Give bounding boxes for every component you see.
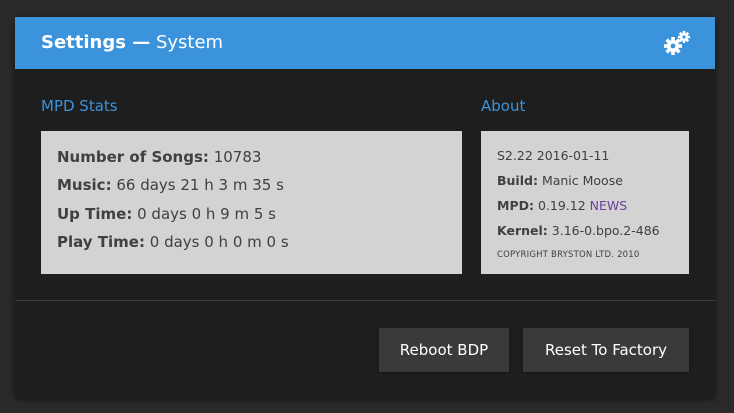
stat-up-time: Up Time: 0 days 0 h 9 m 5 s — [57, 205, 276, 223]
reboot-button[interactable]: Reboot BDP — [379, 328, 509, 372]
about-label: MPD: — [497, 198, 534, 213]
mpd-stats-box: Number of Songs: 10783 Music: 66 days 21… — [41, 131, 462, 274]
copyright-text: COPYRIGHT BRYSTON LTD. 2010 — [497, 250, 640, 260]
stat-label: Music: — [57, 176, 112, 194]
panel-header: Settings — System — [15, 17, 715, 69]
news-link[interactable]: NEWS — [590, 198, 628, 213]
about-heading: About — [481, 97, 526, 115]
stat-number-of-songs: Number of Songs: 10783 — [57, 148, 261, 166]
about-label: Kernel: — [497, 223, 548, 238]
stat-value: 10783 — [213, 148, 262, 166]
about-version: S2.22 2016-01-11 — [497, 148, 610, 163]
about-mpd: MPD: 0.19.12 NEWS — [497, 198, 627, 213]
about-value: 3.16-0.bpo.2-486 — [551, 223, 660, 238]
about-label: Build: — [497, 173, 538, 188]
settings-panel: Settings — System MPD Stats Number of So… — [15, 17, 715, 397]
mpd-stats-heading: MPD Stats — [41, 97, 118, 115]
page-title-rest: System — [155, 32, 224, 53]
page-title: Settings — System — [41, 32, 223, 53]
about-box: S2.22 2016-01-11 Build: Manic Moose MPD:… — [481, 131, 689, 274]
gears-icon[interactable] — [663, 30, 691, 56]
about-value: Manic Moose — [541, 173, 623, 188]
stat-value: 0 days 0 h 0 m 0 s — [149, 233, 289, 251]
stat-label: Up Time: — [57, 205, 133, 223]
page-title-strong: Settings — — [41, 32, 151, 53]
about-build: Build: Manic Moose — [497, 173, 623, 188]
about-kernel: Kernel: 3.16-0.bpo.2-486 — [497, 223, 660, 238]
stat-play-time: Play Time: 0 days 0 h 0 m 0 s — [57, 233, 289, 251]
stat-value: 0 days 0 h 9 m 5 s — [137, 205, 276, 223]
stat-value: 66 days 21 h 3 m 35 s — [116, 176, 284, 194]
about-value: 0.19.12 — [537, 198, 586, 213]
stat-label: Number of Songs: — [57, 148, 209, 166]
divider — [15, 300, 715, 301]
reset-to-factory-button[interactable]: Reset To Factory — [523, 328, 689, 372]
stat-music: Music: 66 days 21 h 3 m 35 s — [57, 176, 284, 194]
stat-label: Play Time: — [57, 233, 145, 251]
